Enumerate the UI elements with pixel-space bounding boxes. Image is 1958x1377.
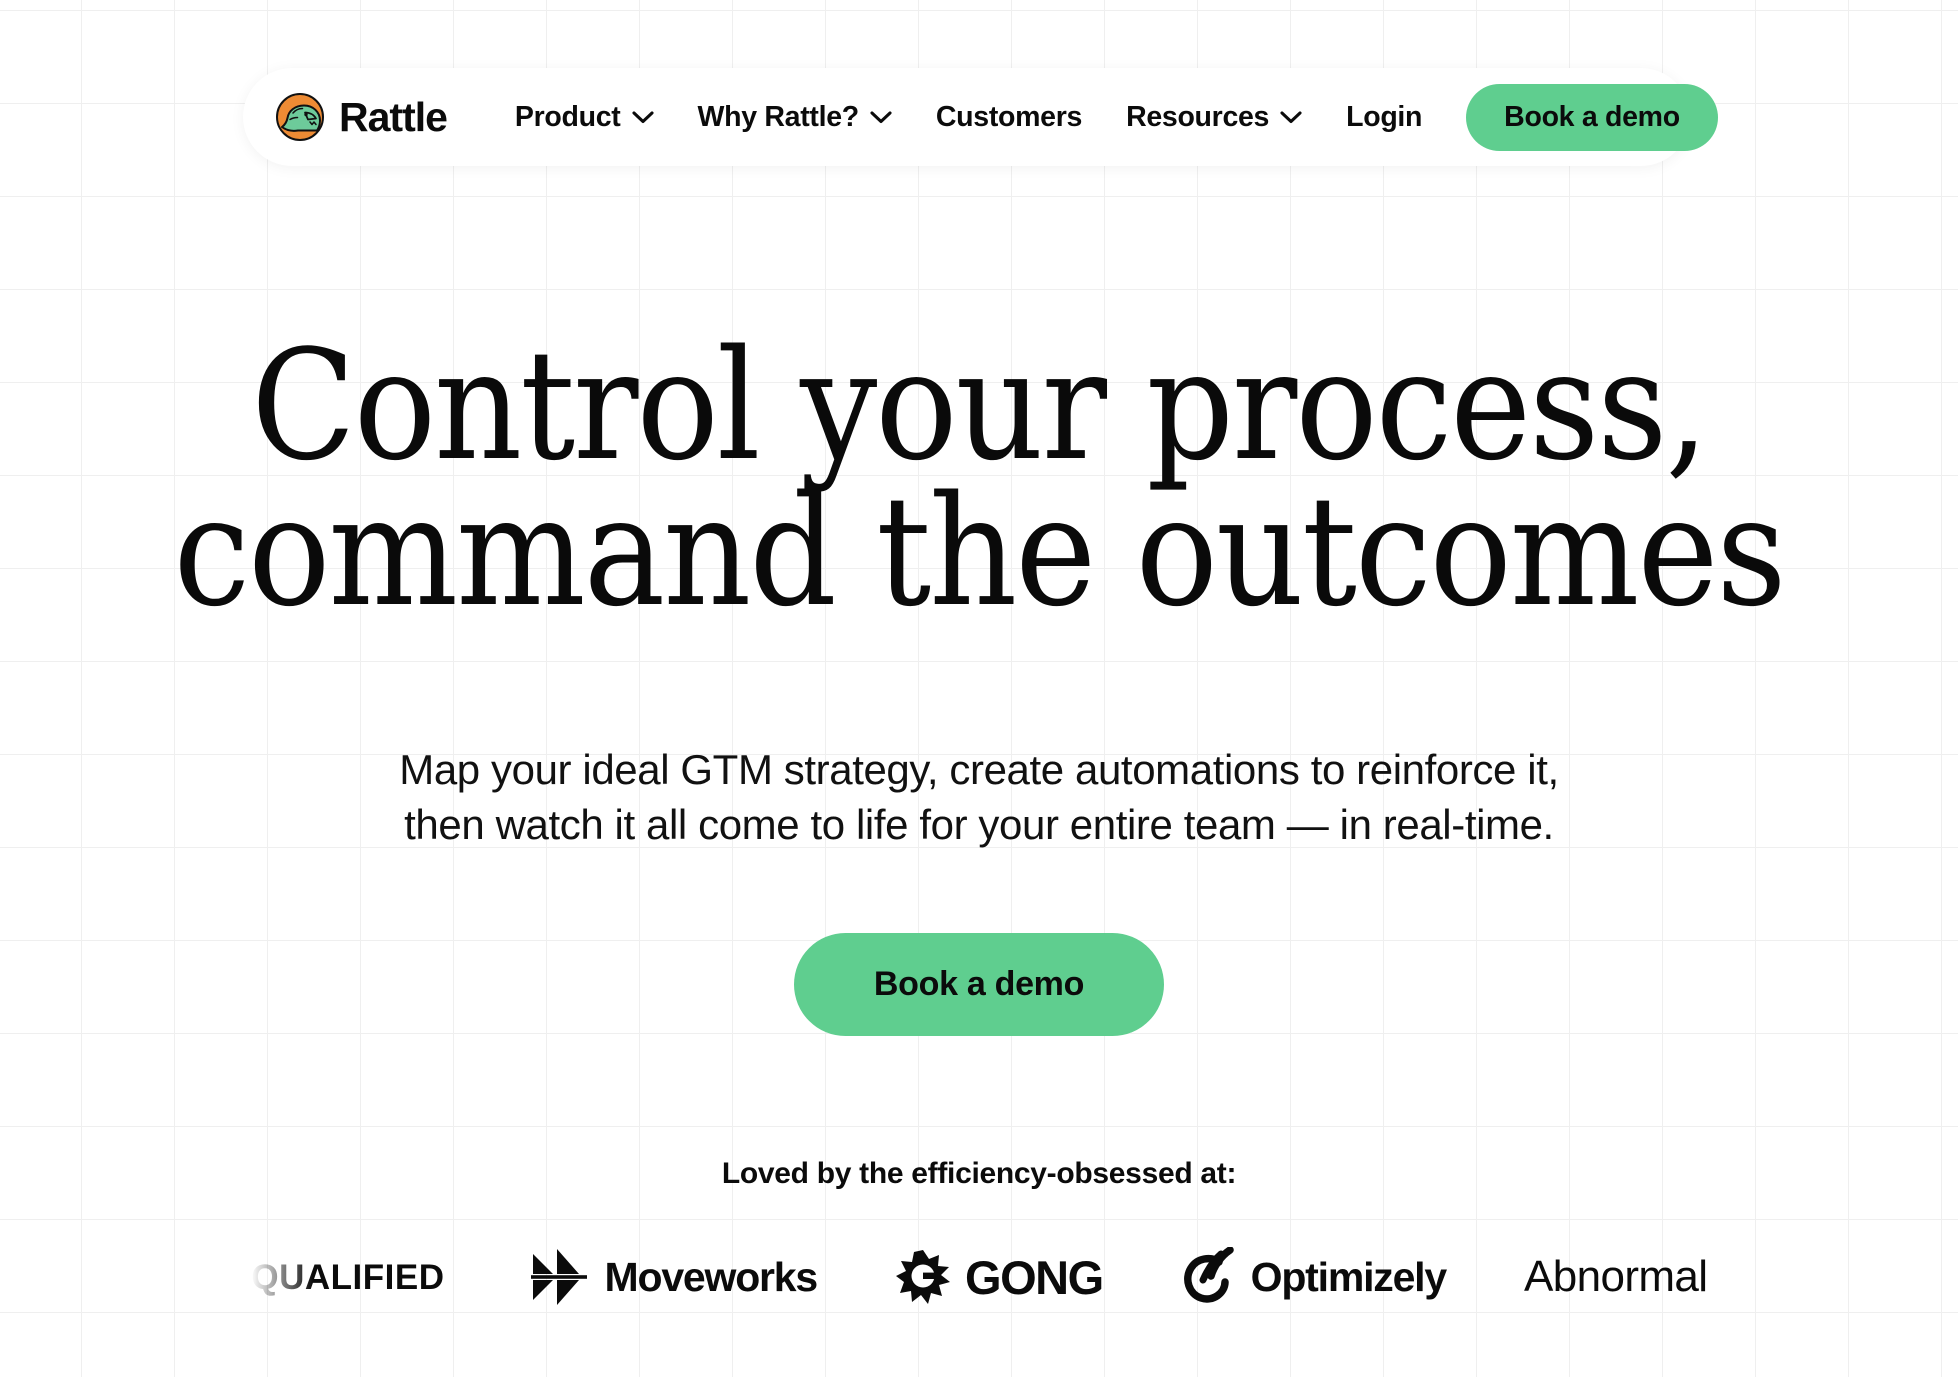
- customer-logo-optimizely: Optimizely: [1181, 1232, 1448, 1322]
- nav-item-customers-label: Customers: [935, 100, 1083, 133]
- customer-logo-abnormal: Abnormal: [1524, 1232, 1708, 1322]
- rattle-dinosaur-logo-icon: [276, 93, 324, 141]
- moveworks-wordmark: Moveworks: [604, 1253, 819, 1300]
- gong-starburst-icon: [896, 1250, 951, 1304]
- nav-item-login[interactable]: Login: [1324, 91, 1444, 144]
- main-navigation-bar: Rattle Product Why Rattle? Customers Res…: [243, 68, 1718, 166]
- abnormal-wordmark: Abnormal: [1523, 1252, 1708, 1301]
- nav-item-login-label: Login: [1346, 100, 1423, 133]
- customer-logo-qualified: QUALIFIED: [251, 1232, 451, 1322]
- qualified-wordmark: QUALIFIED: [251, 1257, 445, 1297]
- brand-name: Rattle: [339, 93, 448, 140]
- gong-wordmark: GONG: [965, 1250, 1104, 1304]
- nav-item-why-rattle[interactable]: Why Rattle?: [676, 91, 914, 144]
- hero-cta-container: Book a demo: [0, 933, 1958, 1036]
- nav-item-resources[interactable]: Resources: [1104, 91, 1324, 144]
- customer-logo-moveworks: Moveworks: [529, 1232, 818, 1322]
- nav-item-resources-label: Resources: [1126, 100, 1270, 133]
- hero-subheadline-line-1: Map your ideal GTM strategy, create auto…: [399, 746, 1559, 793]
- hero-headline-line-1: Control your process,: [251, 317, 1709, 494]
- optimizely-swirl-icon: [1183, 1247, 1234, 1303]
- optimizely-wordmark: Optimizely: [1250, 1253, 1448, 1300]
- hero-headline-line-2: command the outcomes: [173, 462, 1787, 640]
- nav-book-a-demo-button[interactable]: Book a demo: [1466, 83, 1718, 151]
- hero-headline: Control your process, command the outcom…: [0, 317, 1958, 640]
- nav-item-product-label: Product: [514, 100, 621, 133]
- social-proof-title: Loved by the efficiency-obsessed at:: [721, 1157, 1237, 1190]
- hero-book-a-demo-button[interactable]: Book a demo: [794, 933, 1164, 1036]
- nav-item-product[interactable]: Product: [493, 91, 676, 144]
- nav-item-customers[interactable]: Customers: [914, 91, 1104, 144]
- customer-logo-row: QUALIFIED Moveworks GONG Optimizely Abno…: [0, 1232, 1958, 1322]
- hero-subheadline-line-2: then watch it all come to life for your …: [404, 801, 1554, 849]
- brand-logo-link[interactable]: Rattle: [275, 92, 448, 142]
- nav-item-why-rattle-label: Why Rattle?: [697, 100, 860, 133]
- chevron-down-icon: [1280, 110, 1302, 123]
- hero-subheadline: Map your ideal GTM strategy, create auto…: [0, 742, 1958, 853]
- moveworks-arrow-icon: [530, 1249, 587, 1305]
- customer-logo-gong: GONG: [895, 1232, 1104, 1322]
- chevron-down-icon: [631, 110, 654, 123]
- nav-links: Product Why Rattle? Customers Resources …: [493, 91, 1444, 144]
- chevron-down-icon: [870, 110, 892, 123]
